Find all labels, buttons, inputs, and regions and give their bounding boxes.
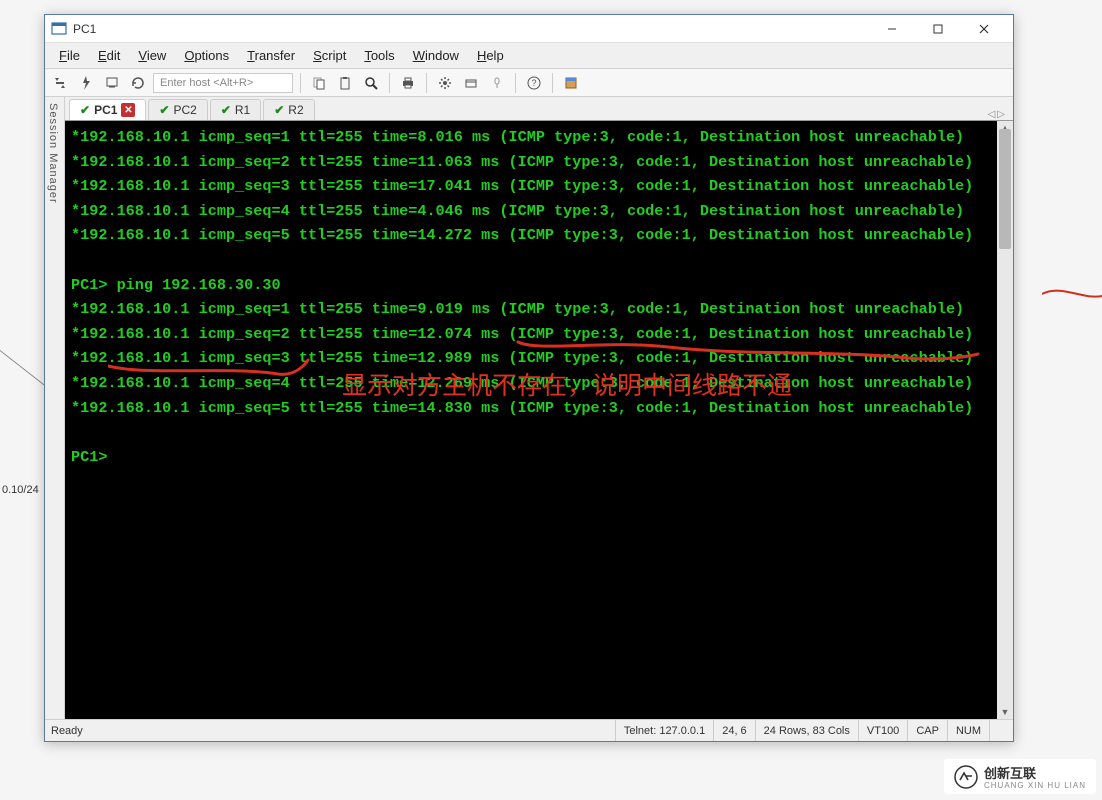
tab-label: R1: [235, 103, 250, 117]
status-protocol: Telnet: 127.0.0.1: [615, 720, 713, 741]
tab-pc2[interactable]: ✔ PC2: [148, 99, 207, 120]
tab-label: PC2: [173, 103, 196, 117]
print-icon[interactable]: [397, 72, 419, 94]
quick-connect-icon[interactable]: [75, 72, 97, 94]
menu-script[interactable]: Script: [305, 44, 354, 67]
tab-label: PC1: [94, 103, 117, 117]
watermark-sub: CHUANG XIN HU LIAN: [984, 782, 1086, 790]
app-icon: [51, 21, 67, 37]
status-bar: Ready Telnet: 127.0.0.1 24, 6 24 Rows, 8…: [45, 719, 1013, 741]
find-icon[interactable]: [360, 72, 382, 94]
status-num: NUM: [947, 720, 989, 741]
background-ip-label: 0.10/24: [2, 484, 39, 496]
toolbar: Enter host <Alt+R> ?: [45, 69, 1013, 97]
session-options-icon[interactable]: [460, 72, 482, 94]
reconnect-all-icon[interactable]: [127, 72, 149, 94]
status-cursor: 24, 6: [713, 720, 754, 741]
tab-close-icon[interactable]: ✕: [121, 103, 135, 117]
maximize-button[interactable]: [915, 15, 961, 43]
menu-edit[interactable]: Edit: [90, 44, 128, 67]
watermark: 创新互联 CHUANG XIN HU LIAN: [944, 759, 1096, 794]
disconnect-icon[interactable]: [101, 72, 123, 94]
watermark-logo-icon: [954, 765, 978, 789]
status-size: 24 Rows, 83 Cols: [755, 720, 858, 741]
host-input[interactable]: Enter host <Alt+R>: [153, 73, 293, 93]
scroll-down-icon[interactable]: ▼: [997, 705, 1013, 719]
paste-icon[interactable]: [334, 72, 356, 94]
menu-file[interactable]: File: [51, 44, 88, 67]
toggle-view-icon[interactable]: [560, 72, 582, 94]
background-line-left: [0, 350, 44, 474]
menu-options[interactable]: Options: [176, 44, 237, 67]
background-curve-right: [1042, 282, 1102, 302]
app-window: PC1 FileEditViewOptionsTransferScriptToo…: [44, 14, 1014, 742]
status-ready: Ready: [51, 725, 615, 737]
menu-tools[interactable]: Tools: [356, 44, 402, 67]
terminal-output[interactable]: *192.168.10.1 icmp_seq=1 ttl=255 time=8.…: [65, 121, 997, 719]
menu-view[interactable]: View: [130, 44, 174, 67]
tab-prev-icon[interactable]: ◁: [988, 109, 996, 120]
tab-label: R2: [288, 103, 303, 117]
tab-pc1[interactable]: ✔ PC1 ✕: [69, 99, 146, 120]
tab-r1[interactable]: ✔ R1: [210, 99, 261, 120]
tab-r2[interactable]: ✔ R2: [263, 99, 314, 120]
watermark-main: 创新互联: [984, 763, 1086, 782]
tab-bar: ✔ PC1 ✕ ✔ PC2 ✔ R1 ✔ R2 ◁ ▷: [65, 97, 1013, 121]
help-icon[interactable]: ?: [523, 72, 545, 94]
keymap-icon[interactable]: [486, 72, 508, 94]
scrollbar[interactable]: ▲ ▼: [997, 121, 1013, 719]
check-icon: ✔: [159, 103, 169, 117]
settings-icon[interactable]: [434, 72, 456, 94]
check-icon: ✔: [80, 103, 90, 117]
menu-help[interactable]: Help: [469, 44, 512, 67]
check-icon: ✔: [274, 103, 284, 117]
reconnect-icon[interactable]: [49, 72, 71, 94]
check-icon: ✔: [221, 103, 231, 117]
svg-text:?: ?: [531, 78, 536, 88]
session-manager-panel[interactable]: Session Manager: [45, 97, 65, 719]
status-resize-grip[interactable]: [989, 720, 1007, 741]
status-caps: CAP: [907, 720, 947, 741]
title-bar: PC1: [45, 15, 1013, 43]
menu-transfer[interactable]: Transfer: [239, 44, 303, 67]
window-title: PC1: [73, 22, 869, 36]
close-button[interactable]: [961, 15, 1007, 43]
tab-nav: ◁ ▷: [984, 109, 1009, 120]
minimize-button[interactable]: [869, 15, 915, 43]
status-emulation: VT100: [858, 720, 907, 741]
tab-next-icon[interactable]: ▷: [997, 109, 1005, 120]
copy-icon[interactable]: [308, 72, 330, 94]
scroll-thumb[interactable]: [999, 129, 1011, 249]
menu-window[interactable]: Window: [405, 44, 467, 67]
menu-bar: FileEditViewOptionsTransferScriptToolsWi…: [45, 43, 1013, 69]
